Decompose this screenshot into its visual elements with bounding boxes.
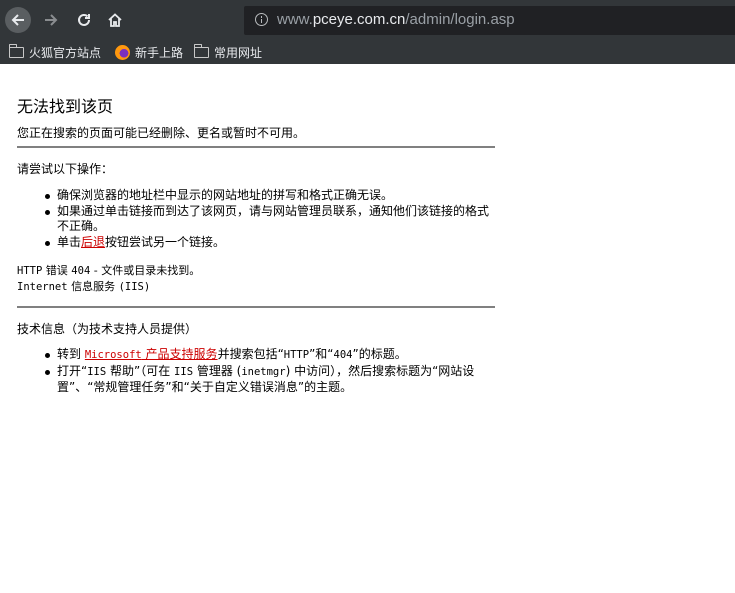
back-link[interactable]: 后退 (81, 235, 105, 249)
error-text: 错误 (42, 264, 72, 277)
list-item-text: inetmgr (241, 365, 286, 378)
list-item-text: 转到 (57, 347, 85, 361)
home-button[interactable] (102, 7, 128, 33)
bookmark-firefox-official[interactable]: 火狐官方站点 (8, 42, 102, 62)
server-text: (IIS) (118, 281, 151, 293)
bookmark-label: 火狐官方站点 (29, 45, 102, 60)
list-item-text: HTTP (283, 349, 310, 361)
url-domain: pceye.com.cn (312, 11, 406, 28)
list-item-text: 单击 (57, 234, 82, 249)
list-item-text: IIS (87, 365, 107, 378)
divider (17, 146, 495, 148)
browser-chrome: www.pceye.com.cn/admin/login.asp 火狐官方站点 … (0, 0, 735, 64)
link-text: 产品支持服务 (141, 347, 218, 361)
tech-heading: 技术信息（为技术支持人员提供） (17, 322, 198, 336)
list-item-text: 并搜索包括“ (217, 347, 284, 361)
page-subtitle: 您正在搜索的页面可能已经删除、更名或暂时不可用。 (17, 126, 306, 140)
back-button[interactable] (5, 7, 31, 33)
list-item-text: 管理器 ( (193, 363, 242, 378)
tech-list: 转到 Microsoft 产品支持服务并搜索包括“HTTP”和“404”的标题。… (44, 347, 494, 396)
error-text: 404 (71, 265, 91, 277)
firefox-icon (115, 44, 130, 60)
error-details: HTTP 错误 404 - 文件或目录未找到。 Internet 信息服务 (I… (17, 263, 200, 295)
list-item: 单击后退按钮尝试另一个链接。 (44, 235, 494, 251)
server-text: Internet (17, 281, 68, 293)
list-item: 打开“IIS 帮助”（可在 IIS 管理器 (inetmgr) 中访问），然后搜… (44, 364, 494, 396)
list-item-text: 404 (333, 349, 353, 361)
try-heading: 请尝试以下操作： (17, 162, 114, 176)
divider (17, 306, 495, 308)
arrow-left-icon (11, 14, 24, 26)
bookmarks-bar: 火狐官方站点 新手上路 常用网址 (0, 40, 735, 64)
try-list: 确保浏览器的地址栏中显示的网站地址的拼写和格式正确无误。 如果通过单击链接而到达… (44, 188, 494, 250)
reload-icon (78, 13, 90, 26)
list-item: 确保浏览器的地址栏中显示的网站地址的拼写和格式正确无误。 (44, 188, 494, 204)
arrow-right-icon (45, 14, 58, 26)
list-item-text: IIS (174, 365, 194, 378)
folder-icon (193, 43, 209, 58)
link-text: Microsoft (84, 349, 142, 361)
bookmark-label: 新手上路 (135, 45, 184, 60)
bookmark-label: 常用网址 (214, 45, 263, 60)
url-text[interactable]: www.pceye.com.cn/admin/login.asp (277, 11, 515, 28)
url-path: /admin/login.asp (405, 11, 515, 28)
address-bar[interactable]: www.pceye.com.cn/admin/login.asp (244, 6, 735, 35)
url-prefix: www. (277, 11, 313, 28)
error-code-line: HTTP 错误 404 - 文件或目录未找到。 (17, 263, 200, 279)
list-item-text: 帮助”（可在 (106, 363, 175, 378)
error-text: - 文件或目录未找到。 (90, 264, 201, 277)
bookmark-common-sites[interactable]: 常用网址 (193, 42, 263, 62)
bookmark-getting-started[interactable]: 新手上路 (115, 42, 183, 62)
server-line: Internet 信息服务 (IIS) (17, 279, 200, 295)
support-link[interactable]: Microsoft 产品支持服务 (85, 347, 218, 361)
forward-button[interactable] (38, 7, 64, 33)
error-text: HTTP (17, 265, 43, 277)
browser-toolbar: www.pceye.com.cn/admin/login.asp (0, 0, 735, 40)
info-icon[interactable] (255, 13, 268, 26)
list-item-text: ”和“ (309, 347, 334, 361)
server-text: 信息服务 (67, 280, 119, 293)
list-item-text: 打开“ (57, 363, 88, 378)
reload-button[interactable] (71, 7, 97, 33)
page-title: 无法找到该页 (17, 97, 114, 116)
list-item: 转到 Microsoft 产品支持服务并搜索包括“HTTP”和“404”的标题。 (44, 347, 494, 364)
home-icon (108, 13, 122, 27)
folder-icon (8, 43, 24, 58)
list-item-text: 按钮尝试另一个链接。 (105, 234, 226, 249)
list-item-text: ”的标题。 (352, 347, 407, 361)
list-item: 如果通过单击链接而到达了该网页，请与网站管理员联系，通知他们该链接的格式不正确。 (44, 204, 494, 235)
